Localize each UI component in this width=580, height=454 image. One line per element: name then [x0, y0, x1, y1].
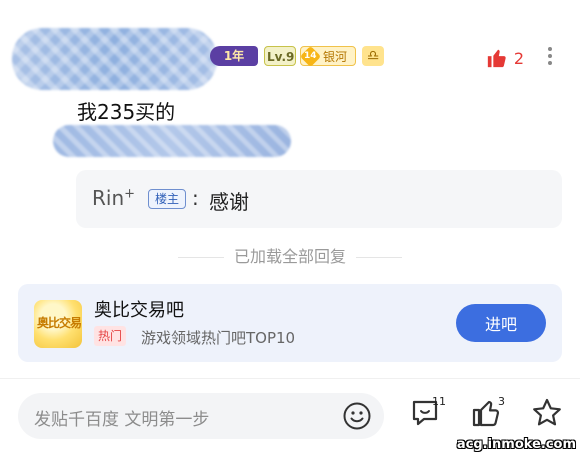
op-tag: 楼主 — [148, 189, 187, 209]
galaxy-badge: 14 银河 — [299, 45, 356, 68]
enter-forum-button[interactable]: 进吧 — [456, 304, 546, 342]
post-text: 我235买的 — [77, 100, 176, 124]
membership-year-badge: 1年 — [210, 46, 258, 66]
hot-tag: 热门 — [94, 326, 127, 346]
divider — [356, 257, 402, 258]
comment-placeholder: 发贴千百度 文明第一步 — [34, 410, 210, 430]
bottom-bar: 发贴千百度 文明第一步 11 3 acg.inmoke.com — [0, 378, 580, 454]
post-like-count: 2 — [513, 48, 524, 68]
redacted-text — [53, 125, 291, 157]
comment-count: 11 — [432, 395, 446, 408]
thumbs-up-icon — [487, 49, 506, 68]
post-like-button[interactable]: 2 — [486, 46, 524, 70]
star-icon[interactable] — [531, 397, 563, 429]
galaxy-label: 银河 — [323, 50, 348, 64]
more-options-icon[interactable] — [546, 44, 554, 68]
loaded-all-replies: 已加载全部回复 — [0, 243, 580, 267]
post-header: 1年 Lv.9 14 银河 ♎ 2 — [0, 20, 580, 100]
reply-separator: : — [192, 186, 199, 210]
comment-input[interactable]: 发贴千百度 文明第一步 — [18, 393, 384, 439]
emoji-icon[interactable] — [342, 401, 372, 431]
reply-item[interactable]: Rin+ 楼主 : 感谢 — [76, 170, 562, 228]
forum-name: 奥比交易吧 — [94, 300, 184, 321]
zodiac-badge: ♎ — [362, 46, 384, 66]
forum-card[interactable]: 奥比交易 奥比交易吧 热门 游戏领域热门吧TOP10 进吧 — [18, 284, 562, 362]
bottom-like-count: 3 — [498, 395, 505, 408]
divider — [177, 257, 224, 258]
forum-avatar-logo-text: 奥比交易 — [37, 316, 82, 330]
redacted-username — [12, 28, 217, 90]
reply-author-suffix: + — [124, 186, 136, 202]
forum-avatar: 奥比交易 — [34, 300, 82, 348]
galaxy-level: 14 — [304, 51, 317, 61]
level-badge: Lv.9 — [264, 46, 296, 66]
watermark: acg.inmoke.com — [456, 437, 576, 452]
reply-author[interactable]: Rin+ — [92, 186, 135, 210]
reply-content: 感谢 — [209, 190, 249, 214]
forum-description: 游戏领域热门吧TOP10 — [141, 329, 296, 347]
loaded-all-text: 已加载全部回复 — [233, 247, 346, 266]
